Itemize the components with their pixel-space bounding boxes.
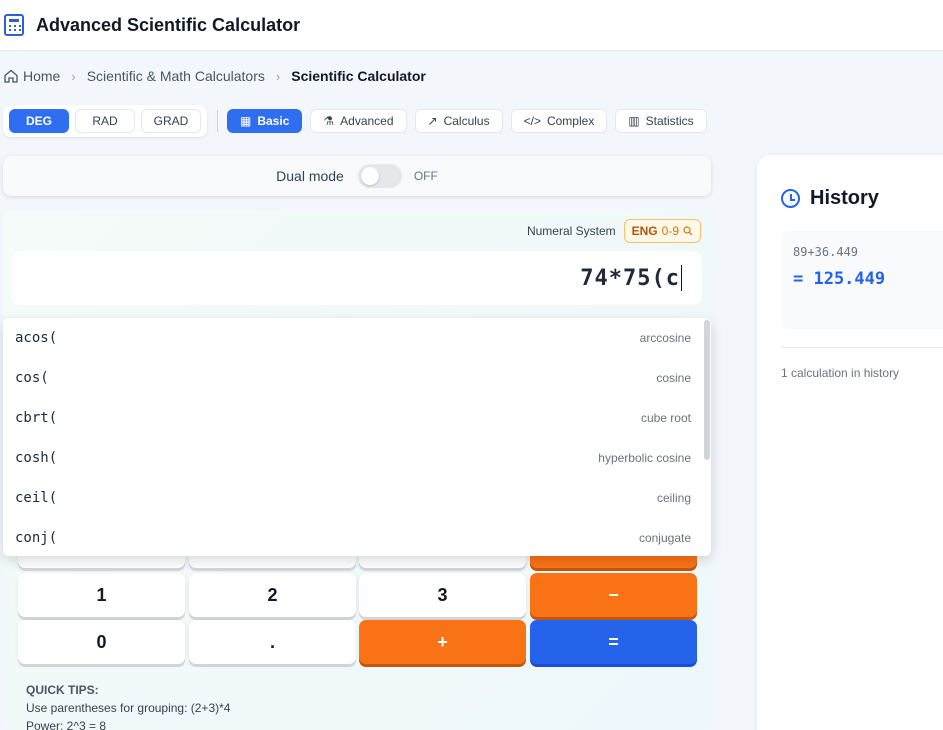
keypad-key[interactable] (530, 556, 697, 568)
dual-mode-state: OFF (413, 169, 438, 183)
keypad-key[interactable] (18, 556, 185, 568)
key-minus[interactable]: − (530, 573, 697, 617)
breadcrumb-category[interactable]: Scientific & Math Calculators (87, 68, 265, 84)
key-equals[interactable]: = (530, 620, 697, 664)
dropdown-scrollbar[interactable] (704, 320, 710, 460)
mode-basic-button[interactable]: ▦ Basic (227, 109, 303, 133)
history-expression: 89+36.449 (793, 245, 859, 259)
home-icon (4, 69, 18, 83)
suggestion-description: cube root (640, 411, 691, 425)
suggestion-description: arccosine (639, 331, 691, 345)
app-title: Advanced Scientific Calculator (36, 14, 301, 35)
mode-label: Complex (546, 114, 595, 128)
dual-mode-label: Dual mode (276, 168, 344, 184)
search-icon (683, 226, 693, 236)
mode-label: Advanced (340, 114, 394, 128)
angle-unit-group: DEG RAD GRAD (3, 105, 207, 137)
suggestion-description: conjugate (638, 531, 691, 545)
keypad-key[interactable] (359, 556, 526, 568)
key-3[interactable]: 3 (359, 573, 526, 617)
numeral-system-selector[interactable]: ENG 0-9 (623, 219, 701, 243)
chevron-right-icon: › (275, 68, 281, 84)
calculator-icon: ▦ (240, 114, 252, 128)
numeral-code: ENG (631, 224, 658, 238)
chevron-right-icon: › (71, 68, 76, 84)
key-0[interactable]: 0 (18, 620, 185, 664)
tip-line: Use parentheses for grouping: (2+3)*4 (26, 701, 231, 715)
key-1[interactable]: 1 (18, 573, 185, 617)
suggestion-item[interactable]: conj( conjugate (3, 518, 711, 556)
dual-mode-bar: Dual mode OFF (3, 156, 711, 196)
keypad-key[interactable] (189, 556, 356, 568)
suggestion-item[interactable]: cbrt( cube root (3, 398, 711, 438)
suggestion-function: acos( (15, 330, 58, 346)
key-decimal[interactable]: . (189, 620, 356, 664)
mode-calculus-button[interactable]: ↗ Calculus (414, 109, 503, 133)
breadcrumb-home[interactable]: Home (23, 68, 60, 84)
numeral-system-row: Numeral System ENG 0-9 (527, 219, 701, 243)
history-panel: History 89+36.449 = 125.449 1 calculatio… (757, 155, 943, 730)
tip-line: Power: 2^3 = 8 (26, 719, 107, 730)
expression-input[interactable]: 74*75(c (12, 251, 702, 305)
app-header: Advanced Scientific Calculator (0, 0, 943, 51)
suggestion-item[interactable]: ceil( ceiling (3, 478, 711, 518)
suggestion-function: cbrt( (15, 410, 58, 426)
numeral-digits: 0-9 (661, 224, 679, 238)
mode-complex-button[interactable]: </> Complex (510, 109, 608, 133)
suggestion-description: ceiling (656, 491, 691, 505)
history-title: History (810, 187, 879, 209)
mode-label: Basic (257, 114, 290, 128)
mode-statistics-button[interactable]: ▥ Statistics (615, 109, 707, 133)
angle-deg-button[interactable]: DEG (9, 109, 69, 133)
mode-label: Statistics (645, 114, 694, 128)
suggestion-item[interactable]: acos( arccosine (3, 318, 711, 358)
suggestion-item[interactable]: cosh( hyperbolic cosine (3, 438, 711, 478)
suggestion-function: conj( (15, 530, 58, 546)
toolbar: DEG RAD GRAD ▦ Basic ⚗ Advanced ↗ Calcul… (3, 104, 715, 138)
text-caret (681, 265, 682, 291)
numeral-system-label: Numeral System (526, 224, 616, 238)
history-entry[interactable]: 89+36.449 = 125.449 (781, 231, 943, 329)
history-result: = 125.449 (793, 269, 886, 289)
suggestion-description: cosine (656, 371, 691, 385)
quick-tips: QUICK TIPS: Use parentheses for grouping… (26, 681, 230, 730)
angle-grad-button[interactable]: GRAD (141, 109, 201, 133)
clock-icon (781, 189, 800, 208)
autocomplete-dropdown: acos( arccosine cos( cosine cbrt( cube r… (3, 318, 711, 556)
suggestion-function: cosh( (15, 450, 58, 466)
mode-advanced-button[interactable]: ⚗ Advanced (310, 109, 407, 133)
toolbar-divider (217, 110, 218, 132)
angle-rad-button[interactable]: RAD (75, 109, 135, 133)
calculator-icon (4, 14, 24, 36)
history-divider (781, 347, 943, 348)
trend-icon: ↗ (427, 114, 438, 128)
mode-label: Calculus (443, 114, 490, 128)
dual-mode-toggle[interactable] (357, 164, 402, 188)
breadcrumb-current: Scientific Calculator (291, 68, 426, 84)
tips-title: QUICK TIPS: (26, 683, 99, 697)
suggestion-function: cos( (15, 370, 49, 386)
suggestion-function: ceil( (15, 490, 58, 506)
key-plus[interactable]: + (359, 620, 526, 664)
code-icon: </> (523, 114, 541, 128)
expression-text: 74*75(c (580, 265, 680, 291)
history-count: 1 calculation in history (781, 366, 900, 380)
bar-chart-icon: ▥ (628, 114, 640, 128)
suggestion-item[interactable]: cos( cosine (3, 358, 711, 398)
flask-icon: ⚗ (323, 114, 335, 128)
history-heading: History (781, 187, 879, 210)
breadcrumb: Home › Scientific & Math Calculators › S… (4, 68, 426, 84)
suggestion-description: hyperbolic cosine (598, 451, 691, 465)
key-2[interactable]: 2 (189, 573, 356, 617)
